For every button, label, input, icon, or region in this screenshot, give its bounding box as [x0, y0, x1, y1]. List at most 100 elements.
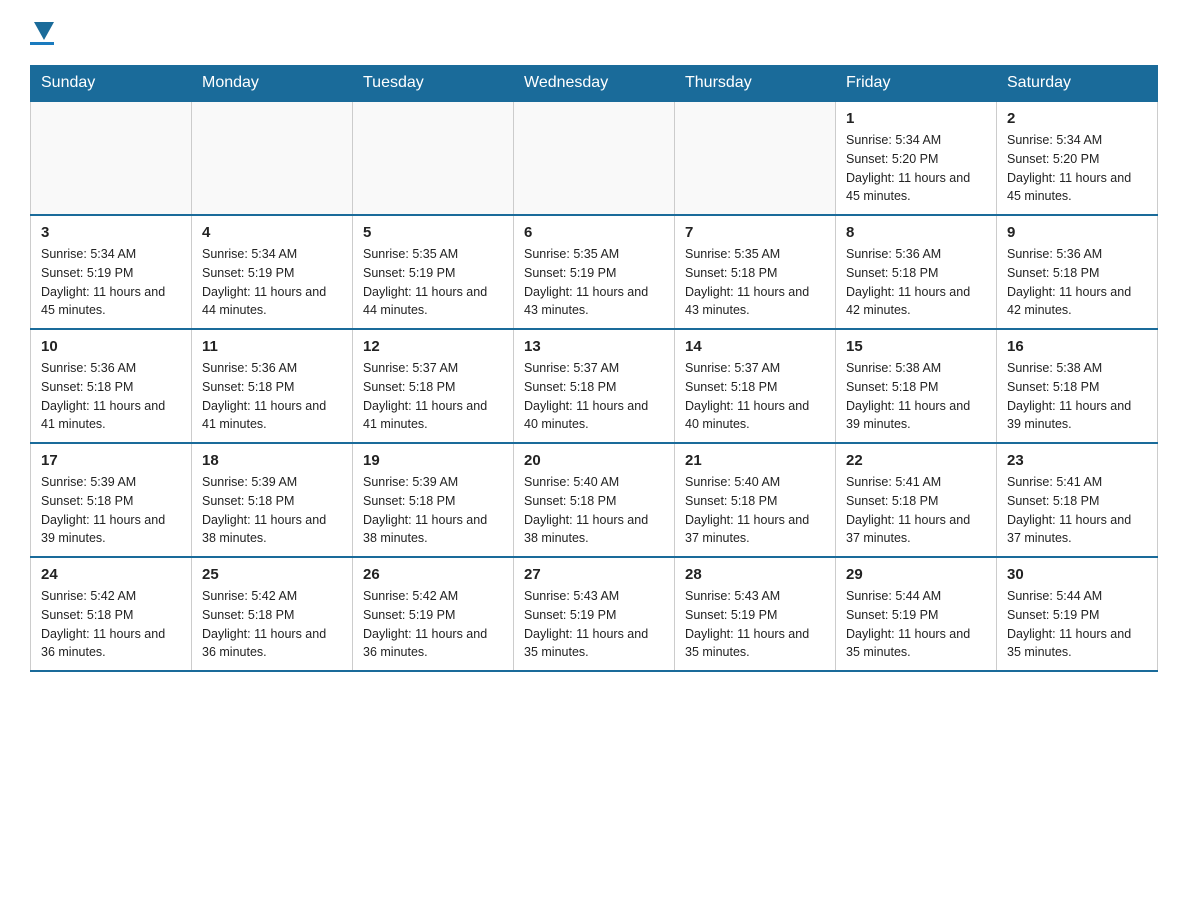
calendar-cell: 1 Sunrise: 5:34 AMSunset: 5:20 PMDaylight…: [836, 101, 997, 215]
day-number: 4: [202, 224, 342, 241]
calendar-cell: [31, 101, 192, 215]
day-header-tuesday: Tuesday: [353, 66, 514, 102]
day-number: 26: [363, 566, 503, 583]
logo-triangle-icon: [34, 22, 54, 40]
day-header-wednesday: Wednesday: [514, 66, 675, 102]
day-header-monday: Monday: [192, 66, 353, 102]
calendar-cell: 11Sunrise: 5:36 AMSunset: 5:18 PMDayligh…: [192, 329, 353, 443]
calendar-cell: 19Sunrise: 5:39 AMSunset: 5:18 PMDayligh…: [353, 443, 514, 557]
calendar-cell: 3 Sunrise: 5:34 AMSunset: 5:19 PMDaylight…: [31, 215, 192, 329]
day-info: Sunrise: 5:36 AMSunset: 5:18 PMDaylight:…: [1007, 245, 1147, 320]
day-info: Sunrise: 5:41 AMSunset: 5:18 PMDaylight:…: [1007, 473, 1147, 548]
day-number: 11: [202, 338, 342, 355]
calendar-cell: 4 Sunrise: 5:34 AMSunset: 5:19 PMDaylight…: [192, 215, 353, 329]
day-number: 10: [41, 338, 181, 355]
day-number: 2: [1007, 110, 1147, 127]
calendar-cell: 23 Sunrise: 5:41 AMSunset: 5:18 PMDayligh…: [997, 443, 1158, 557]
day-info: Sunrise: 5:34 AMSunset: 5:19 PMDaylight:…: [41, 245, 181, 320]
day-info: Sunrise: 5:43 AMSunset: 5:19 PMDaylight:…: [685, 587, 825, 662]
calendar-cell: 26 Sunrise: 5:42 AMSunset: 5:19 PMDayligh…: [353, 557, 514, 671]
day-info: Sunrise: 5:35 AMSunset: 5:19 PMDaylight:…: [524, 245, 664, 320]
day-info: Sunrise: 5:41 AMSunset: 5:18 PMDaylight:…: [846, 473, 986, 548]
day-header-saturday: Saturday: [997, 66, 1158, 102]
day-info: Sunrise: 5:40 AMSunset: 5:18 PMDaylight:…: [685, 473, 825, 548]
calendar-header-row: SundayMondayTuesdayWednesdayThursdayFrid…: [31, 66, 1158, 102]
calendar-cell: [192, 101, 353, 215]
day-number: 17: [41, 452, 181, 469]
calendar-week-row: 3 Sunrise: 5:34 AMSunset: 5:19 PMDaylight…: [31, 215, 1158, 329]
day-number: 18: [202, 452, 342, 469]
day-info: Sunrise: 5:34 AMSunset: 5:20 PMDaylight:…: [846, 131, 986, 206]
day-info: Sunrise: 5:34 AMSunset: 5:19 PMDaylight:…: [202, 245, 342, 320]
calendar-week-row: 17 Sunrise: 5:39 AMSunset: 5:18 PMDayligh…: [31, 443, 1158, 557]
day-number: 5: [363, 224, 503, 241]
calendar-week-row: 24 Sunrise: 5:42 AMSunset: 5:18 PMDayligh…: [31, 557, 1158, 671]
calendar-cell: 15 Sunrise: 5:38 AMSunset: 5:18 PMDayligh…: [836, 329, 997, 443]
day-number: 22: [846, 452, 986, 469]
day-header-thursday: Thursday: [675, 66, 836, 102]
day-header-friday: Friday: [836, 66, 997, 102]
day-info: Sunrise: 5:42 AMSunset: 5:18 PMDaylight:…: [202, 587, 342, 662]
day-number: 12: [363, 338, 503, 355]
day-info: Sunrise: 5:43 AMSunset: 5:19 PMDaylight:…: [524, 587, 664, 662]
day-number: 1: [846, 110, 986, 127]
calendar-cell: 12 Sunrise: 5:37 AMSunset: 5:18 PMDayligh…: [353, 329, 514, 443]
calendar-cell: 28 Sunrise: 5:43 AMSunset: 5:19 PMDayligh…: [675, 557, 836, 671]
day-info: Sunrise: 5:37 AMSunset: 5:18 PMDaylight:…: [685, 359, 825, 434]
calendar-cell: 22 Sunrise: 5:41 AMSunset: 5:18 PMDayligh…: [836, 443, 997, 557]
day-number: 8: [846, 224, 986, 241]
day-info: Sunrise: 5:35 AMSunset: 5:19 PMDaylight:…: [363, 245, 503, 320]
calendar-cell: 10 Sunrise: 5:36 AMSunset: 5:18 PMDayligh…: [31, 329, 192, 443]
calendar-cell: 6Sunrise: 5:35 AMSunset: 5:19 PMDaylight…: [514, 215, 675, 329]
calendar-cell: [514, 101, 675, 215]
calendar-cell: 5 Sunrise: 5:35 AMSunset: 5:19 PMDaylight…: [353, 215, 514, 329]
day-number: 25: [202, 566, 342, 583]
calendar-cell: 30Sunrise: 5:44 AMSunset: 5:19 PMDayligh…: [997, 557, 1158, 671]
day-info: Sunrise: 5:42 AMSunset: 5:19 PMDaylight:…: [363, 587, 503, 662]
day-info: Sunrise: 5:38 AMSunset: 5:18 PMDaylight:…: [846, 359, 986, 434]
day-info: Sunrise: 5:38 AMSunset: 5:18 PMDaylight:…: [1007, 359, 1147, 434]
day-number: 29: [846, 566, 986, 583]
day-info: Sunrise: 5:40 AMSunset: 5:18 PMDaylight:…: [524, 473, 664, 548]
day-info: Sunrise: 5:36 AMSunset: 5:18 PMDaylight:…: [846, 245, 986, 320]
calendar-cell: 24 Sunrise: 5:42 AMSunset: 5:18 PMDayligh…: [31, 557, 192, 671]
calendar-cell: [675, 101, 836, 215]
calendar-cell: 14Sunrise: 5:37 AMSunset: 5:18 PMDayligh…: [675, 329, 836, 443]
day-number: 3: [41, 224, 181, 241]
day-info: Sunrise: 5:37 AMSunset: 5:18 PMDaylight:…: [363, 359, 503, 434]
calendar-cell: 29 Sunrise: 5:44 AMSunset: 5:19 PMDayligh…: [836, 557, 997, 671]
calendar-cell: 18 Sunrise: 5:39 AMSunset: 5:18 PMDayligh…: [192, 443, 353, 557]
day-number: 7: [685, 224, 825, 241]
day-number: 15: [846, 338, 986, 355]
day-header-sunday: Sunday: [31, 66, 192, 102]
day-info: Sunrise: 5:42 AMSunset: 5:18 PMDaylight:…: [41, 587, 181, 662]
day-info: Sunrise: 5:39 AMSunset: 5:18 PMDaylight:…: [41, 473, 181, 548]
day-number: 19: [363, 452, 503, 469]
calendar-cell: 16 Sunrise: 5:38 AMSunset: 5:18 PMDayligh…: [997, 329, 1158, 443]
logo-underline: [30, 42, 54, 45]
day-number: 24: [41, 566, 181, 583]
day-number: 16: [1007, 338, 1147, 355]
day-info: Sunrise: 5:39 AMSunset: 5:18 PMDaylight:…: [202, 473, 342, 548]
day-info: Sunrise: 5:35 AMSunset: 5:18 PMDaylight:…: [685, 245, 825, 320]
day-number: 20: [524, 452, 664, 469]
calendar-cell: 21 Sunrise: 5:40 AMSunset: 5:18 PMDayligh…: [675, 443, 836, 557]
day-info: Sunrise: 5:36 AMSunset: 5:18 PMDaylight:…: [41, 359, 181, 434]
calendar-cell: 9 Sunrise: 5:36 AMSunset: 5:18 PMDaylight…: [997, 215, 1158, 329]
calendar-cell: 2 Sunrise: 5:34 AMSunset: 5:20 PMDaylight…: [997, 101, 1158, 215]
day-number: 21: [685, 452, 825, 469]
day-info: Sunrise: 5:34 AMSunset: 5:20 PMDaylight:…: [1007, 131, 1147, 206]
day-number: 23: [1007, 452, 1147, 469]
calendar-cell: [353, 101, 514, 215]
day-number: 28: [685, 566, 825, 583]
day-info: Sunrise: 5:44 AMSunset: 5:19 PMDaylight:…: [1007, 587, 1147, 662]
calendar-cell: 7 Sunrise: 5:35 AMSunset: 5:18 PMDaylight…: [675, 215, 836, 329]
calendar-cell: 25 Sunrise: 5:42 AMSunset: 5:18 PMDayligh…: [192, 557, 353, 671]
calendar-cell: 8 Sunrise: 5:36 AMSunset: 5:18 PMDaylight…: [836, 215, 997, 329]
calendar-cell: 17 Sunrise: 5:39 AMSunset: 5:18 PMDayligh…: [31, 443, 192, 557]
day-info: Sunrise: 5:44 AMSunset: 5:19 PMDaylight:…: [846, 587, 986, 662]
day-number: 27: [524, 566, 664, 583]
day-number: 9: [1007, 224, 1147, 241]
page-header: [30, 20, 1158, 45]
calendar-week-row: 10 Sunrise: 5:36 AMSunset: 5:18 PMDayligh…: [31, 329, 1158, 443]
